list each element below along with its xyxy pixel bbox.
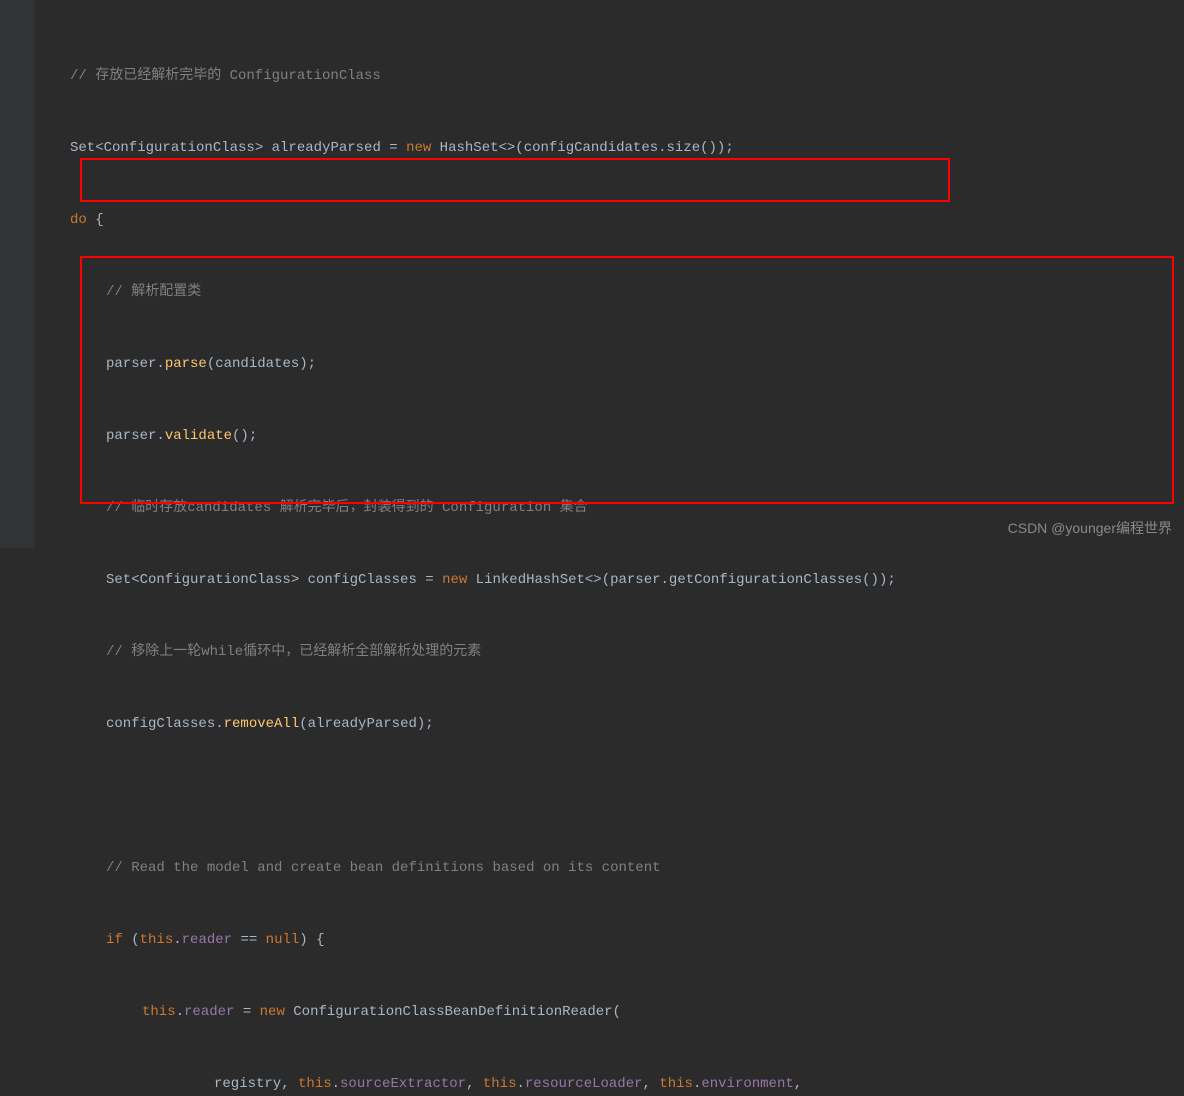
code-text: Set<ConfigurationClass> configClasses =: [106, 572, 442, 588]
code-method: removeAll: [224, 716, 300, 732]
code-keyword: null: [266, 932, 300, 948]
code-text: =: [234, 1004, 259, 1020]
code-editor[interactable]: // 存放已经解析完毕的 ConfigurationClass Set<Conf…: [0, 0, 1184, 1096]
code-keyword: new: [442, 572, 467, 588]
code-text: (: [123, 932, 140, 948]
code-method: parse: [165, 356, 207, 372]
code-text: .: [173, 932, 181, 948]
code-text: ,: [794, 1076, 802, 1092]
code-text: {: [87, 212, 104, 228]
code-text: .: [516, 1076, 524, 1092]
code-text: LinkedHashSet<>(parser.getConfigurationC…: [467, 572, 895, 588]
code-comment: // Read the model and create bean defini…: [106, 860, 661, 876]
code-text: ConfigurationClassBeanDefinitionReader(: [285, 1004, 621, 1020]
code-text: registry,: [214, 1076, 298, 1092]
code-text: parser.: [106, 428, 165, 444]
code-keyword: if: [106, 932, 123, 948]
watermark-text: CSDN @younger编程世界: [1008, 516, 1172, 540]
code-comment: // 解析配置类: [106, 284, 201, 300]
code-text: .: [332, 1076, 340, 1092]
code-text: ,: [466, 1076, 483, 1092]
code-keyword: this: [483, 1076, 517, 1092]
code-comment: // 存放已经解析完毕的 ConfigurationClass: [70, 68, 381, 84]
code-content: // 存放已经解析完毕的 ConfigurationClass Set<Conf…: [0, 0, 1184, 1096]
code-keyword: this: [659, 1076, 693, 1092]
code-field: environment: [701, 1076, 793, 1092]
code-text: .: [176, 1004, 184, 1020]
code-text: HashSet<>(configCandidates.size());: [431, 140, 733, 156]
code-text: parser.: [106, 356, 165, 372]
code-keyword: this: [142, 1004, 176, 1020]
code-keyword: this: [298, 1076, 332, 1092]
code-keyword: new: [260, 1004, 285, 1020]
code-text: Set<ConfigurationClass> alreadyParsed =: [70, 140, 406, 156]
code-text: configClasses.: [106, 716, 224, 732]
code-method: validate: [165, 428, 232, 444]
code-field: resourceLoader: [525, 1076, 643, 1092]
code-field: reader: [182, 932, 232, 948]
code-text: ==: [232, 932, 266, 948]
code-keyword: this: [140, 932, 174, 948]
code-keyword: do: [70, 212, 87, 228]
code-comment: // 移除上一轮while循环中，已经解析全部解析处理的元素: [106, 644, 481, 660]
code-comment: // 临时存放candidates 解析完毕后，封装得到的 Configurat…: [106, 500, 588, 516]
code-keyword: new: [406, 140, 431, 156]
code-text: ) {: [299, 932, 324, 948]
code-text: ,: [643, 1076, 660, 1092]
code-text: (alreadyParsed);: [299, 716, 433, 732]
code-field: sourceExtractor: [340, 1076, 466, 1092]
code-field: reader: [184, 1004, 234, 1020]
code-text: (candidates);: [207, 356, 316, 372]
code-text: ();: [232, 428, 257, 444]
code-text: .: [693, 1076, 701, 1092]
